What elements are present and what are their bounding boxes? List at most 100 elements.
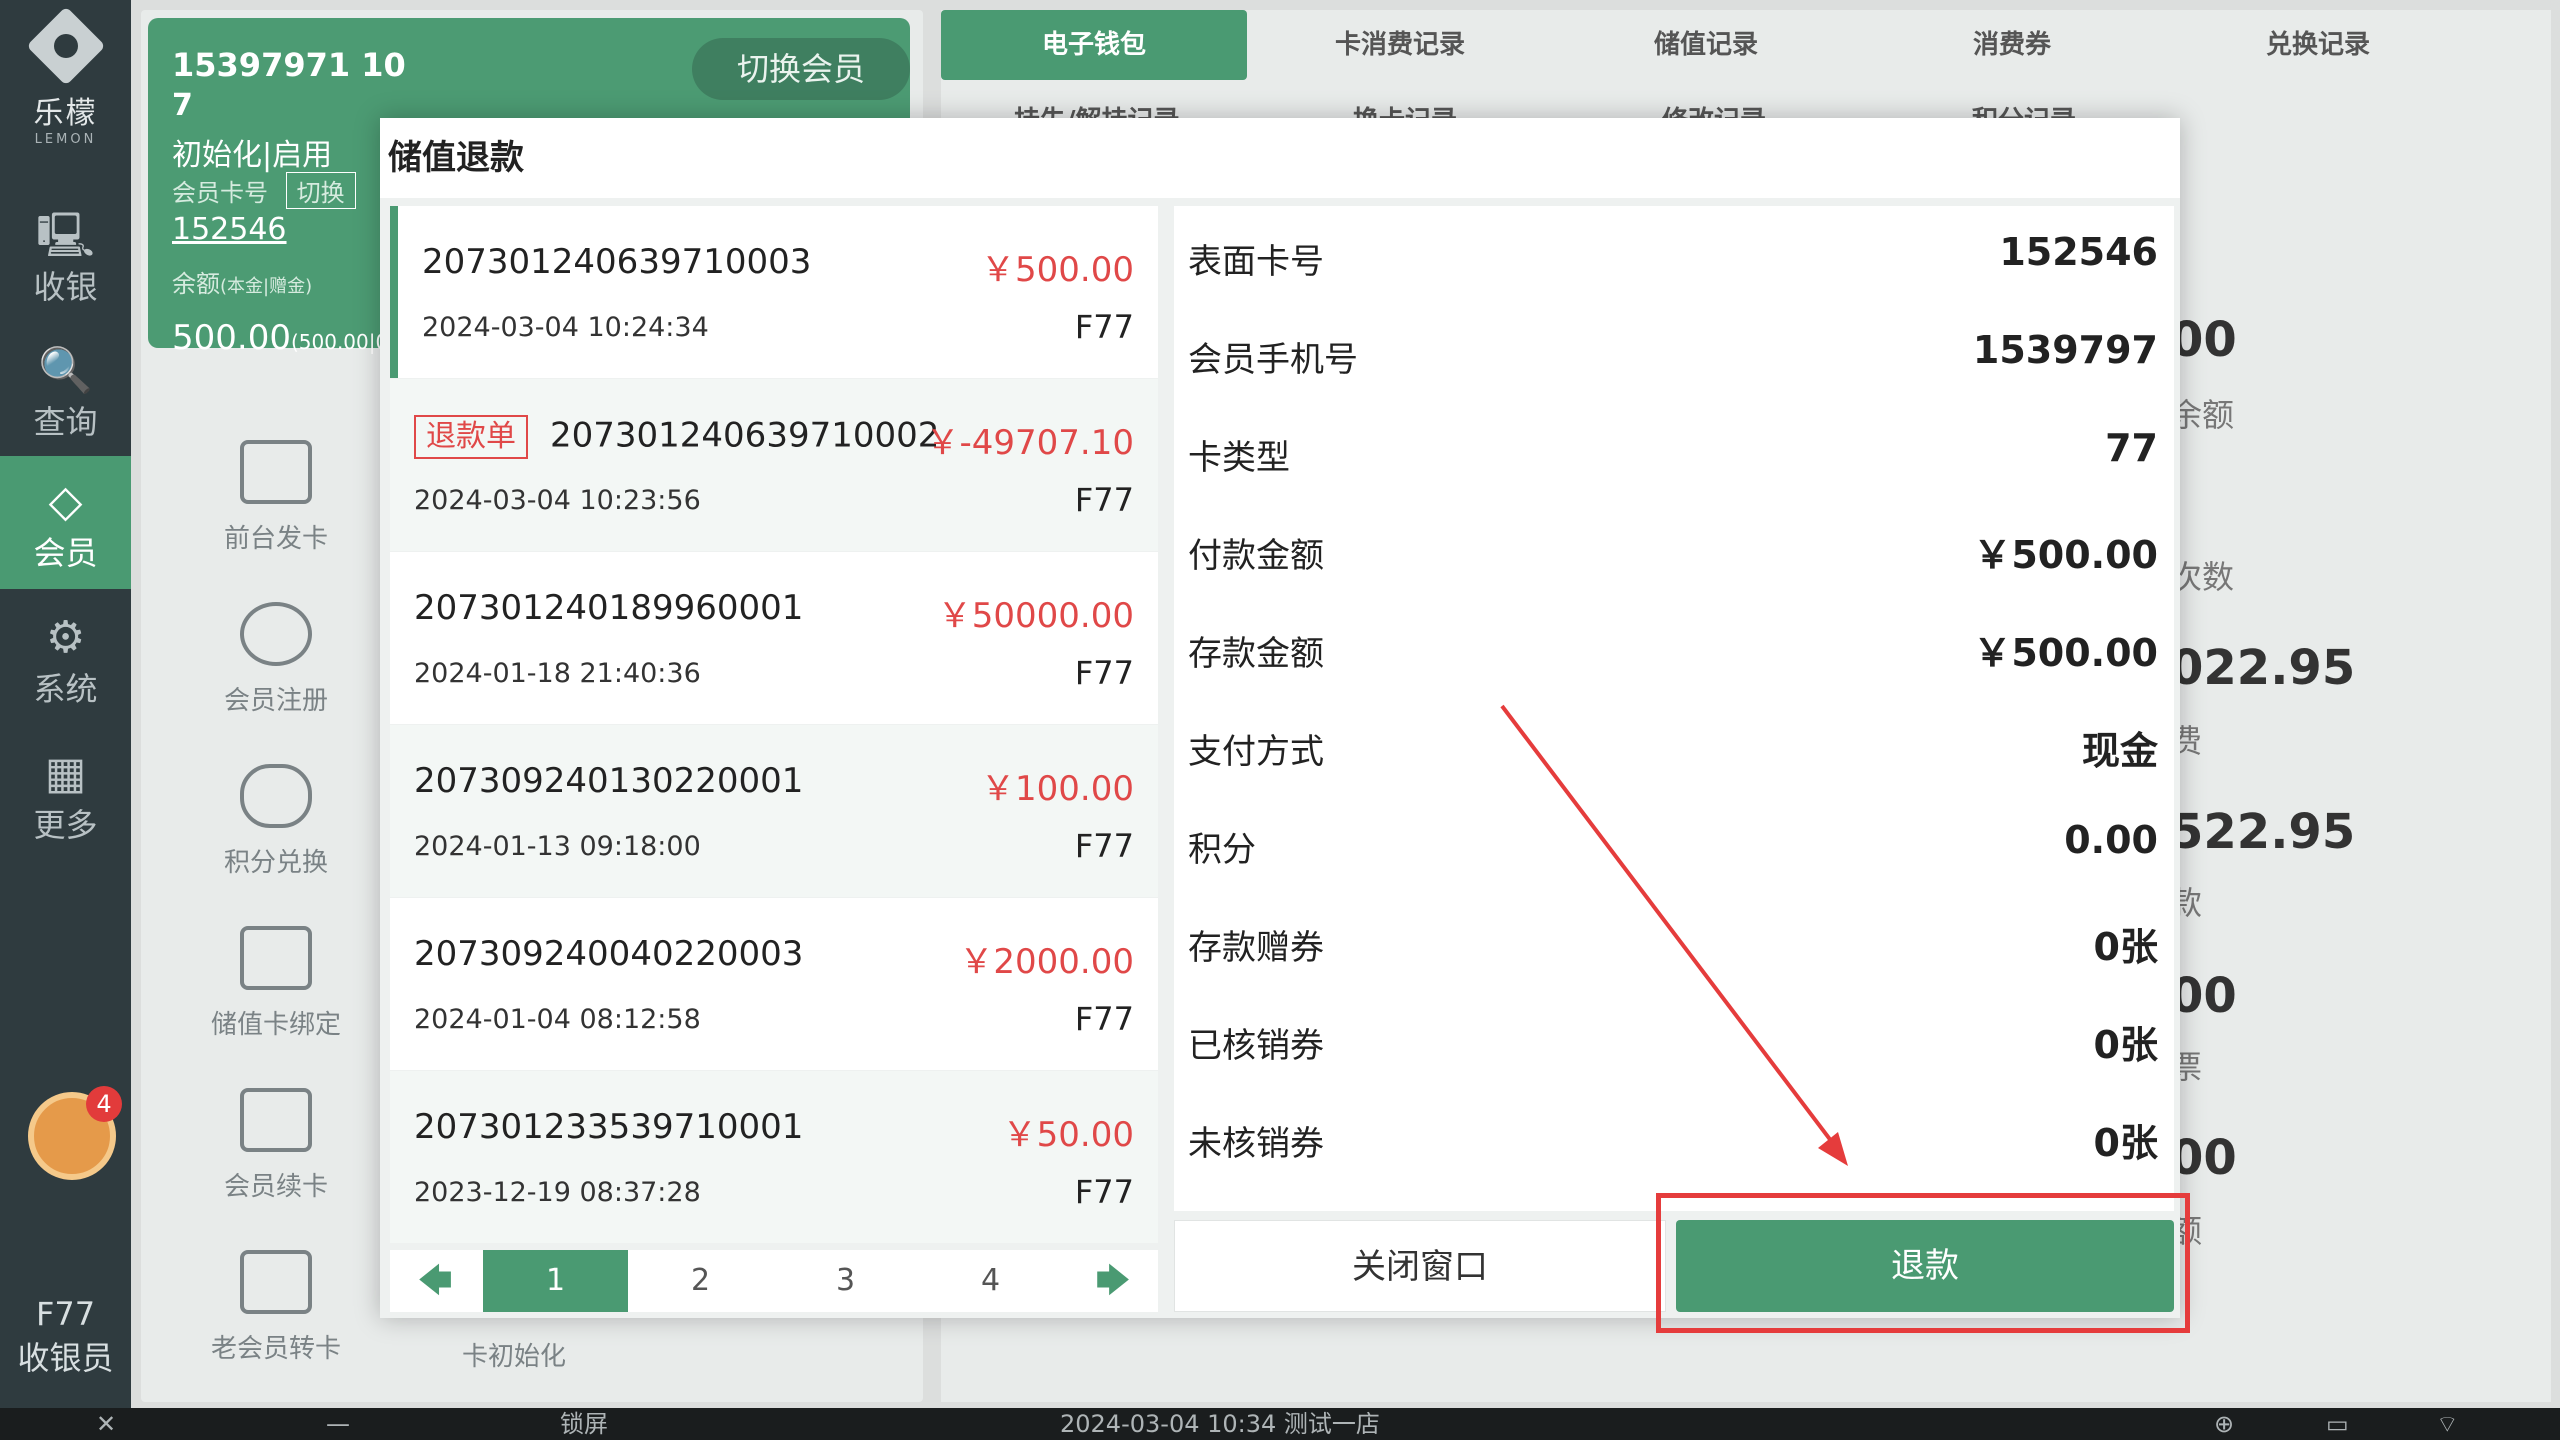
detail-row: 未核销券 0张 (1174, 1088, 2174, 1186)
record-time: 2024-03-04 10:24:34 (422, 312, 709, 343)
tool-label: 老会员转卡 (210, 1334, 341, 1364)
nav-item-member[interactable]: ◇ 会员 (0, 456, 131, 589)
nav-item-label: 系统 (33, 670, 98, 708)
member-status: 初始化|启用 (172, 138, 333, 173)
page-button[interactable]: 1 (483, 1250, 628, 1312)
detail-value: 0.00 (2064, 818, 2158, 862)
refund-detail: 表面卡号 152546 会员手机号 1539797 卡类型 77 付款金额 ￥5… (1174, 206, 2174, 1211)
close-icon[interactable]: ✕ (96, 1408, 116, 1440)
tab-exchange[interactable]: 兑换记录 (2165, 10, 2471, 80)
detail-key: 付款金额 (1188, 536, 1324, 576)
detail-row: 卡类型 77 (1174, 402, 2174, 500)
member-level: 7 (172, 88, 193, 123)
record-row[interactable]: 退款单 207301240639710002 ￥-49707.10 2024-03… (390, 379, 1158, 551)
side-nav: 乐檬 LEMON 🖳 收银 🔍 查询 ◇ 会员 ⚙ 系统 ▦ 更多 4 F77 … (0, 0, 131, 1408)
prev-page-arrow-icon[interactable]: 🡄 (390, 1250, 480, 1312)
card-transfer-icon (240, 1250, 312, 1314)
detail-key: 未核销券 (1188, 1124, 1324, 1164)
balance-sub-label: (本金|赠金) (220, 276, 313, 297)
tab-e-wallet[interactable]: 电子钱包 (941, 10, 1247, 80)
record-amount: ￥50.00 (1002, 1115, 1134, 1155)
pagination: 🡄 1 2 3 4 🡆 (390, 1250, 1158, 1312)
record-row[interactable]: 207309240130220001 ￥100.00 2024-01-13 09… (390, 725, 1158, 897)
page-button[interactable]: 2 (628, 1250, 773, 1312)
tool-old-member-transfer[interactable]: 老会员转卡 (176, 1250, 376, 1365)
stat-value: 022.95 (2170, 640, 2356, 696)
user-code: F77 (35, 1295, 96, 1333)
modal-title: 储值退款 (380, 118, 2180, 198)
next-page-arrow-icon[interactable]: 🡆 (1068, 1250, 1158, 1312)
detail-value: 现金 (2081, 729, 2158, 773)
record-row[interactable]: 207301240639710003 ￥500.00 2024-03-04 10… (390, 206, 1158, 378)
page-button[interactable]: 4 (918, 1250, 1063, 1312)
page-button[interactable]: 3 (773, 1250, 918, 1312)
tool-points-exchange[interactable]: 积分兑换 (176, 764, 376, 879)
record-no: 207309240130220001 (414, 761, 804, 801)
detail-value: 77 (2105, 426, 2158, 470)
grid-icon: ▦ (44, 748, 87, 799)
record-row[interactable]: 207301233539710001 ￥50.00 2023-12-19 08:… (390, 1071, 1158, 1243)
member-card-no[interactable]: 152546 (172, 212, 287, 247)
stat-value: 00 (2170, 1130, 2237, 1186)
record-amount: ￥500.00 (981, 250, 1134, 290)
tab-card-consume[interactable]: 卡消费记录 (1247, 10, 1553, 80)
member-phone: 15397971 10 (172, 46, 406, 84)
detail-value: 152546 (1999, 230, 2158, 274)
balance-label: 余额 (172, 270, 220, 298)
close-window-button[interactable]: 关闭窗口 (1174, 1220, 1666, 1312)
detail-key: 支付方式 (1188, 732, 1324, 772)
monitor-icon: ▭ (2326, 1410, 2349, 1438)
tab-stored-value[interactable]: 储值记录 (1553, 10, 1859, 80)
tool-label: 前台发卡 (223, 524, 328, 554)
record-time: 2023-12-19 08:37:28 (414, 1177, 701, 1208)
tool-issue-card[interactable]: 前台发卡 (176, 440, 376, 555)
add-user-icon (240, 602, 312, 666)
lock-screen-button[interactable]: 锁屏 (560, 1408, 608, 1440)
record-row[interactable]: 207301240189960001 ￥50000.00 2024-01-18 … (390, 552, 1158, 724)
current-user: F77 收银员 (0, 1292, 131, 1380)
switch-member-button[interactable]: 切换会员 (692, 38, 910, 100)
record-operator: F77 (1074, 1000, 1134, 1038)
detail-key: 已核销券 (1188, 1026, 1324, 1066)
notification-bell-icon[interactable]: 4 (28, 1086, 122, 1180)
tool-member-renew[interactable]: 会员续卡 (176, 1088, 376, 1203)
nav-item-cashier[interactable]: 🖳 收银 (0, 190, 131, 323)
nav-item-system[interactable]: ⚙ 系统 (0, 592, 131, 725)
record-no: 207309240040220003 (414, 934, 804, 974)
card-bind-icon (240, 926, 312, 990)
detail-key: 表面卡号 (1188, 242, 1324, 282)
record-operator: F77 (1074, 481, 1134, 519)
detail-key: 存款金额 (1188, 634, 1324, 674)
switch-card-button[interactable]: 切换 (285, 172, 356, 209)
tab-coupons[interactable]: 消费券 (1859, 10, 2165, 80)
tool-member-register[interactable]: 会员注册 (176, 602, 376, 717)
nav-item-query[interactable]: 🔍 查询 (0, 325, 131, 458)
member-balance: 500.00 (172, 318, 291, 358)
detail-row: 存款赠券 0张 (1174, 892, 2174, 990)
nav-item-label: 查询 (33, 403, 98, 441)
brand-logo: 乐檬 LEMON (0, 6, 131, 147)
stat-value: 00 (2170, 312, 2237, 368)
coins-icon (240, 764, 312, 828)
detail-value: ￥500.00 (1973, 533, 2158, 577)
detail-key: 卡类型 (1188, 438, 1290, 478)
detail-value: 0张 (2093, 1121, 2158, 1165)
record-row[interactable]: 207309240040220003 ￥2000.00 2024-01-04 0… (390, 898, 1158, 1070)
detail-value: 0张 (2093, 925, 2158, 969)
record-time: 2024-03-04 10:23:56 (414, 485, 701, 516)
tool-card-init[interactable]: 卡初始化 (414, 1336, 614, 1373)
record-time: 2024-01-13 09:18:00 (414, 831, 701, 862)
tool-label: 会员续卡 (223, 1172, 328, 1202)
record-amount: ￥50000.00 (937, 596, 1134, 636)
detail-row: 支付方式 现金 (1174, 696, 2174, 794)
nav-item-more[interactable]: ▦ 更多 (0, 728, 131, 861)
refund-tag: 退款单 (414, 415, 528, 459)
diamond-icon: ◇ (48, 476, 83, 527)
tool-stored-card-bind[interactable]: 储值卡绑定 (176, 926, 376, 1041)
record-no: 207301240639710002 (550, 415, 940, 456)
record-amount: ￥100.00 (981, 769, 1134, 809)
stat-value: 00 (2170, 968, 2237, 1024)
detail-key: 积分 (1188, 830, 1256, 870)
minimize-icon[interactable]: — (326, 1408, 350, 1440)
stat-value: 522.95 (2170, 804, 2356, 860)
